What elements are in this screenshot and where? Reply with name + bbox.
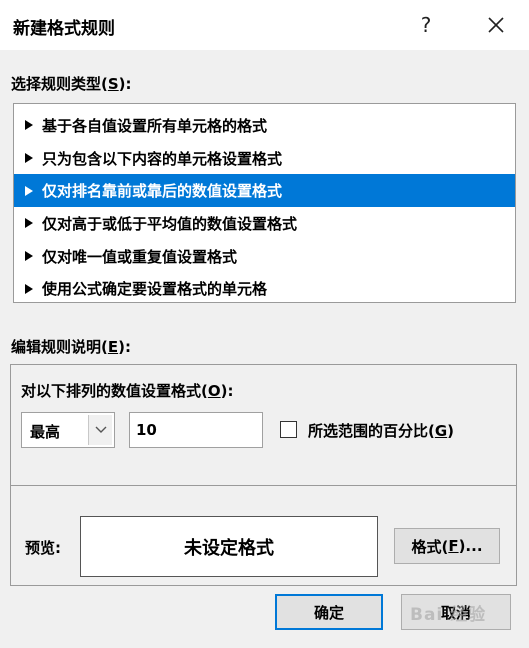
preview-label: 预览:	[25, 539, 61, 557]
rank-select-value: 最高	[30, 423, 61, 441]
ok-label: 确定	[313, 603, 344, 622]
format-button[interactable]: 格式(F)...	[394, 528, 500, 564]
dropdown-button[interactable]	[88, 415, 112, 445]
watermark: Bai 经验	[410, 605, 487, 625]
help-icon: ?	[420, 13, 432, 37]
triangle-right-icon	[25, 120, 33, 131]
rule-item-label: 基于各自值设置所有单元格的格式	[42, 116, 268, 135]
rank-count-input[interactable]: 10	[129, 412, 263, 448]
percent-label[interactable]: 所选范围的百分比(G)	[308, 420, 454, 441]
triangle-right-icon	[25, 283, 33, 294]
help-button[interactable]: ?	[408, 6, 444, 44]
triangle-right-icon	[25, 153, 33, 164]
title-bar: 新建格式规则 ?	[0, 0, 529, 50]
rank-select[interactable]: 最高	[21, 412, 115, 448]
rule-item-unique-duplicate[interactable]: 仅对唯一值或重复值设置格式	[14, 240, 515, 273]
rule-type-list[interactable]: 基于各自值设置所有单元格的格式 只为包含以下内容的单元格设置格式 仅对排名靠前或…	[13, 103, 516, 303]
rule-item-label: 使用公式确定要设置格式的单元格	[42, 280, 268, 299]
rule-type-label: 选择规则类型(S):	[11, 75, 132, 93]
triangle-right-icon	[25, 218, 33, 229]
format-values-label: 对以下排列的数值设置格式(O):	[21, 382, 234, 400]
rule-item-above-below-average[interactable]: 仅对高于或低于平均值的数值设置格式	[14, 207, 515, 240]
rule-item-label: 仅对排名靠前或靠后的数值设置格式	[42, 182, 283, 201]
rule-item-label: 只为包含以下内容的单元格设置格式	[42, 149, 283, 168]
preview-box: 未设定格式	[80, 516, 378, 577]
percent-checkbox[interactable]	[280, 421, 297, 438]
rule-item-label: 仅对唯一值或重复值设置格式	[42, 247, 238, 266]
triangle-right-icon	[25, 251, 33, 262]
rule-item-all-cells[interactable]: 基于各自值设置所有单元格的格式	[14, 109, 515, 142]
rule-item-label: 仅对高于或低于平均值的数值设置格式	[42, 214, 298, 233]
chevron-down-icon	[95, 426, 106, 433]
dialog-title: 新建格式规则	[13, 19, 115, 39]
divider	[11, 485, 516, 486]
rule-item-contains[interactable]: 只为包含以下内容的单元格设置格式	[14, 142, 515, 175]
triangle-right-icon	[25, 185, 33, 196]
close-button[interactable]	[474, 6, 518, 44]
preview-text: 未设定格式	[184, 537, 274, 559]
rule-item-top-bottom[interactable]: 仅对排名靠前或靠后的数值设置格式	[14, 174, 515, 208]
rule-item-formula[interactable]: 使用公式确定要设置格式的单元格	[14, 272, 515, 305]
close-icon	[488, 17, 504, 33]
edit-rule-label: 编辑规则说明(E):	[11, 338, 131, 356]
ok-button[interactable]: 确定	[275, 594, 383, 630]
